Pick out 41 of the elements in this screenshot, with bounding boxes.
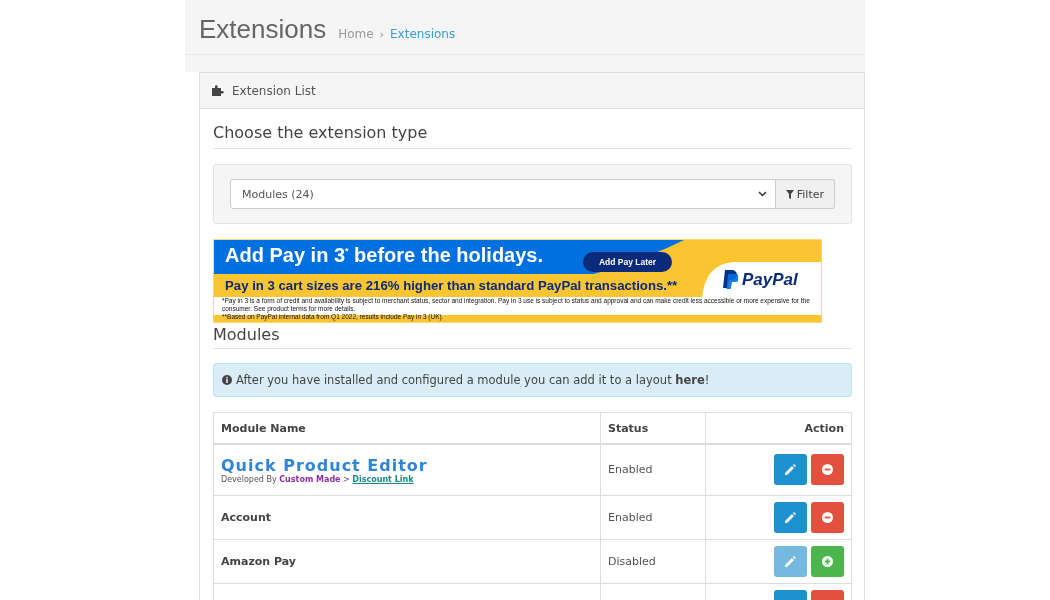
uninstall-button[interactable] <box>811 454 844 486</box>
breadcrumb-separator: › <box>379 28 385 41</box>
puzzle-icon <box>212 85 224 96</box>
section-heading: Modules <box>213 323 852 349</box>
install-button[interactable] <box>811 545 844 577</box>
ad-banner[interactable] <box>213 239 822 323</box>
uninstall-button[interactable] <box>811 501 844 533</box>
module-name: Quick Product Editor <box>221 455 429 475</box>
discount-link[interactable]: Discount Link <box>352 474 414 484</box>
filter-icon <box>785 189 794 199</box>
column-header: Status <box>600 412 706 444</box>
pencil-icon <box>785 555 796 567</box>
dropdown-caret-icon <box>757 191 767 197</box>
developer-credit: Developed By Custom Made > Discount Link <box>221 474 415 484</box>
extension-type-select[interactable]: Modules (24) <box>230 179 776 209</box>
page-title: Extensions <box>199 14 327 45</box>
pencil-icon <box>785 511 796 523</box>
section-heading: Choose the extension type <box>213 109 852 149</box>
minus-circle-icon <box>822 464 833 476</box>
panel-title: Extension List <box>232 83 316 98</box>
plus-circle-icon <box>822 555 833 567</box>
column-header: Module Name <box>213 412 601 444</box>
minus-circle-icon <box>822 511 833 523</box>
banner-subline: Pay in 3 cart sizes are 216% higher than standard PayPal transactions.** <box>225 278 678 293</box>
paypal-logo-icon <box>722 270 738 290</box>
paypal-logo-text: PayPal <box>742 270 798 290</box>
pencil-icon <box>785 464 796 476</box>
module-name: Amazon Pay <box>221 554 297 568</box>
edit-button[interactable] <box>774 501 807 533</box>
edit-button[interactable] <box>774 545 807 577</box>
status-text: Disabled <box>608 554 656 568</box>
column-header: Action <box>705 412 852 444</box>
filter-button[interactable]: Filter <box>775 179 835 209</box>
status-text: Enabled <box>608 510 653 524</box>
status-text: Enabled <box>608 463 653 477</box>
edit-button[interactable] <box>774 454 807 486</box>
info-icon <box>222 375 232 385</box>
info-text: After you have installed and configured a module you can add it to a layout here! <box>236 373 710 387</box>
add-pay-later-button[interactable]: Add Pay Later <box>583 252 672 272</box>
banner-headline: Add Pay in 3$^{*}$ before the holidays. <box>225 244 544 267</box>
module-name: Account <box>221 510 272 524</box>
